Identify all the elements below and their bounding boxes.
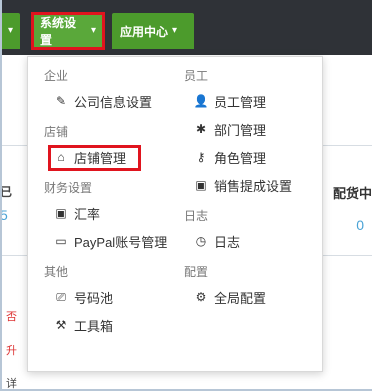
card-icon: ▭ — [55, 234, 67, 248]
menu-group-title: 配置 — [184, 265, 209, 279]
menu-item-label: PayPal账号管理 — [74, 234, 168, 250]
menu-item-label: 角色管理 — [214, 150, 267, 166]
background-stat-value: 0 — [356, 217, 364, 233]
clock-icon: ◷ — [195, 234, 207, 248]
money-icon: ▣ — [195, 178, 207, 192]
menu-item-toolbox[interactable]: ⚒ 工具箱 — [44, 311, 180, 339]
menu-item-label: 日志 — [214, 234, 241, 250]
nav-tab-app-center[interactable]: 应用中心 ▾ — [112, 13, 194, 49]
chevron-down-icon: ▾ — [172, 25, 178, 36]
menu-group-title: 日志 — [184, 209, 209, 223]
highlight-box-store-management — [48, 145, 141, 171]
chevron-down-icon: ▾ — [8, 25, 14, 36]
menu-item-label: 号码池 — [74, 290, 114, 306]
menu-group-title: 店铺 — [44, 125, 69, 139]
menu-group-title: 财务设置 — [44, 181, 93, 195]
menu-item-logs[interactable]: ◷ 日志 — [184, 227, 316, 255]
hammer-icon: ⚒ — [55, 318, 67, 332]
menu-item-global-config[interactable]: ⚙ 全局配置 — [184, 283, 316, 311]
window-frame-left — [0, 0, 2, 391]
asterisk-icon: ✱ — [195, 122, 207, 136]
menu-group-title: 其他 — [44, 265, 69, 279]
menu-item-department-management[interactable]: ✱ 部门管理 — [184, 115, 316, 143]
menu-item-number-pool[interactable]: ⎚ 号码池 — [44, 283, 180, 311]
money-icon: ▣ — [55, 206, 67, 220]
menu-group-title: 企业 — [44, 69, 69, 83]
menu-item-label: 公司信息设置 — [74, 94, 153, 110]
menu-item-exchange-rate[interactable]: ▣ 汇率 — [44, 199, 180, 227]
nav-tab-label: 应用中心 — [120, 24, 169, 39]
highlight-box-system-settings — [31, 12, 105, 50]
inbox-icon: ⎚ — [56, 289, 66, 304]
menu-item-label: 工具箱 — [74, 318, 114, 334]
background-table-cell: 升 — [6, 345, 17, 357]
menu-item-sales-commission[interactable]: ▣ 销售提成设置 — [184, 171, 316, 199]
gear-icon: ⚙ — [195, 290, 207, 304]
menu-item-employee-management[interactable]: 👤 员工管理 — [184, 87, 316, 115]
menu-item-label: 全局配置 — [214, 290, 267, 306]
background-stat-value: 5 — [0, 207, 8, 223]
nav-tab-previous[interactable]: ▾ — [0, 13, 20, 49]
menu-item-label: 员工管理 — [214, 94, 267, 110]
menu-item-label: 汇率 — [74, 206, 101, 222]
menu-column-right: 员工 👤 员工管理 ✱ 部门管理 ⚷ 角色管理 ▣ 销售提成设置 日志 ◷ 日志… — [184, 65, 316, 311]
background-table-cell: 详 — [6, 378, 17, 390]
background-stat-label: 已 — [0, 185, 13, 199]
menu-column-left: 企业 ✎ 公司信息设置 店铺 ⌂ 店铺管理 财务设置 ▣ 汇率 ▭ PayPal… — [44, 65, 180, 339]
key-icon: ⚷ — [196, 150, 206, 164]
menu-item-role-management[interactable]: ⚷ 角色管理 — [184, 143, 316, 171]
menu-group-title: 员工 — [184, 69, 209, 83]
background-stat-label: 配货中 — [332, 186, 372, 201]
menu-item-paypal-accounts[interactable]: ▭ PayPal账号管理 — [44, 227, 180, 255]
menu-item-label: 销售提成设置 — [214, 178, 293, 194]
background-table-cell: 否 — [6, 311, 17, 323]
edit-icon: ✎ — [55, 94, 67, 108]
menu-item-label: 部门管理 — [214, 122, 267, 138]
system-settings-dropdown-menu: 企业 ✎ 公司信息设置 店铺 ⌂ 店铺管理 财务设置 ▣ 汇率 ▭ PayPal… — [27, 56, 323, 372]
user-icon: 👤 — [193, 94, 209, 108]
menu-item-company-info[interactable]: ✎ 公司信息设置 — [44, 87, 180, 115]
